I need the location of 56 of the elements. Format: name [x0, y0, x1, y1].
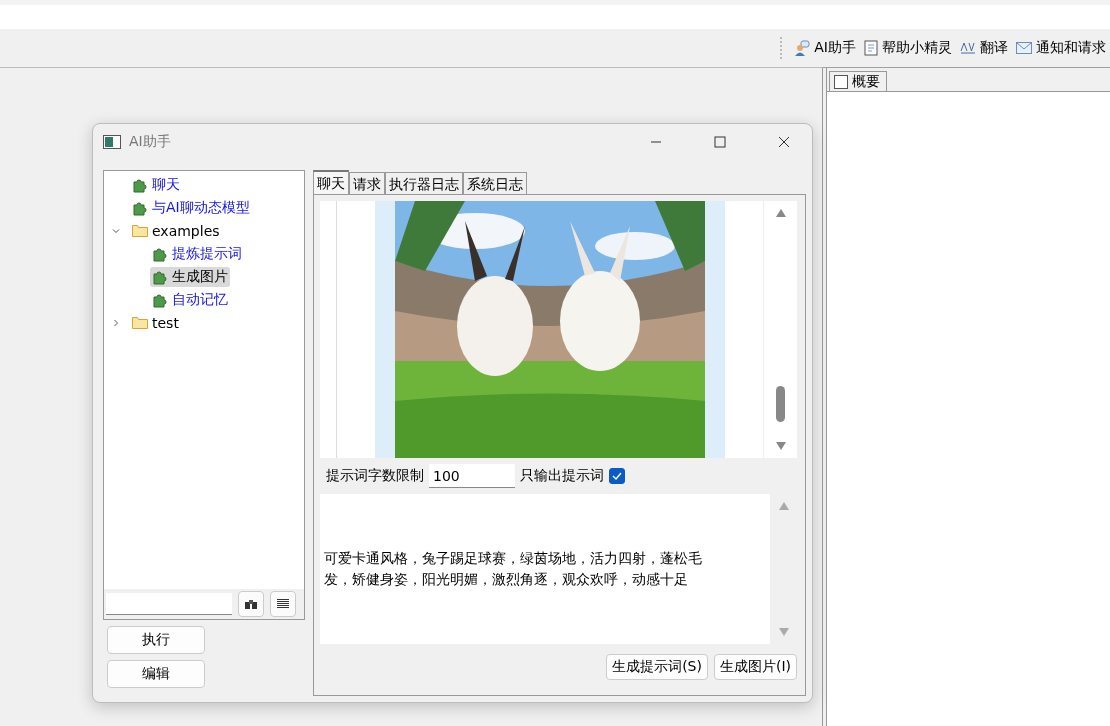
chevron-right-icon[interactable]: [112, 318, 120, 327]
tree-item[interactable]: examples: [130, 221, 222, 240]
chevron-down-icon[interactable]: [112, 226, 120, 235]
puzzle-icon: [132, 199, 148, 216]
tree-item[interactable]: 提炼提示词: [150, 243, 244, 264]
tree-item[interactable]: 自动记忆: [150, 289, 230, 310]
puzzle-icon: [132, 176, 148, 193]
prompt-text-area[interactable]: 可爱卡通风格，兔子踢足球赛，绿茵场地，活力四射，蓬松毛发，矫健身姿，阳光明媚，激烈角逐，观众欢呼，动感十足: [320, 494, 770, 644]
close-icon[interactable]: [778, 136, 790, 148]
tree-item[interactable]: test: [130, 313, 181, 332]
notebook-icon: [864, 40, 878, 56]
tab[interactable]: 请求: [349, 172, 385, 194]
puzzle-icon: [152, 245, 168, 262]
maximize-icon[interactable]: [714, 136, 726, 148]
puzzle-icon: [152, 291, 168, 308]
puzzle-icon: [152, 268, 168, 285]
prompt-text: 可爱卡通风格，兔子踢足球赛，绿茵场地，活力四射，蓬松毛发，矫健身姿，阳光明媚，激烈角逐，观众欢呼，动感十足: [324, 549, 703, 589]
tree-item[interactable]: 与AI聊动态模型: [130, 197, 252, 218]
tree-item[interactable]: 聊天: [130, 174, 182, 195]
find-button[interactable]: [238, 591, 264, 617]
check-icon: [612, 472, 622, 480]
limit-label: 提示词字数限制: [326, 467, 424, 485]
envelope-icon: [1016, 42, 1032, 54]
action-button[interactable]: 执行: [107, 626, 205, 654]
scroll-up-icon[interactable]: [775, 209, 786, 217]
user-chat-icon: [794, 40, 811, 56]
toolbar-button[interactable]: 翻译: [960, 39, 1008, 57]
tree-item[interactable]: 生成图片: [150, 266, 230, 287]
binoculars-icon: [245, 599, 257, 609]
tab[interactable]: 系统日志: [463, 172, 527, 194]
toolbar-button[interactable]: AI助手: [794, 39, 856, 57]
limit-field[interactable]: 100: [429, 464, 515, 488]
list-icon: [277, 599, 289, 609]
scrollbar-thumb[interactable]: [776, 386, 785, 422]
checkbox[interactable]: [834, 74, 848, 89]
scroll-down-icon[interactable]: [775, 442, 786, 450]
action-button[interactable]: 生成提示词(S): [606, 654, 708, 680]
tab[interactable]: 聊天: [313, 170, 349, 194]
tab-label: 概要: [852, 72, 880, 91]
tab[interactable]: 概要: [829, 71, 887, 91]
app-icon: [103, 135, 121, 149]
action-button[interactable]: 生成图片(I): [713, 654, 797, 680]
scroll-down-icon[interactable]: [778, 628, 789, 636]
folder-icon: [132, 224, 148, 237]
tab[interactable]: 执行器日志: [385, 172, 463, 194]
action-button[interactable]: 编辑: [107, 660, 205, 688]
window-title: AI助手: [129, 133, 171, 151]
toolbar-button[interactable]: 帮助小精灵: [864, 39, 952, 57]
search-field[interactable]: [106, 593, 232, 615]
folder-icon: [132, 316, 148, 329]
translate-icon: [960, 41, 976, 55]
scroll-up-icon[interactable]: [778, 502, 789, 510]
checkbox-label: 只输出提示词: [520, 467, 604, 485]
list-button[interactable]: [270, 591, 296, 617]
checkbox[interactable]: [609, 468, 625, 484]
toolbar-button[interactable]: 通知和请求: [1016, 39, 1106, 57]
